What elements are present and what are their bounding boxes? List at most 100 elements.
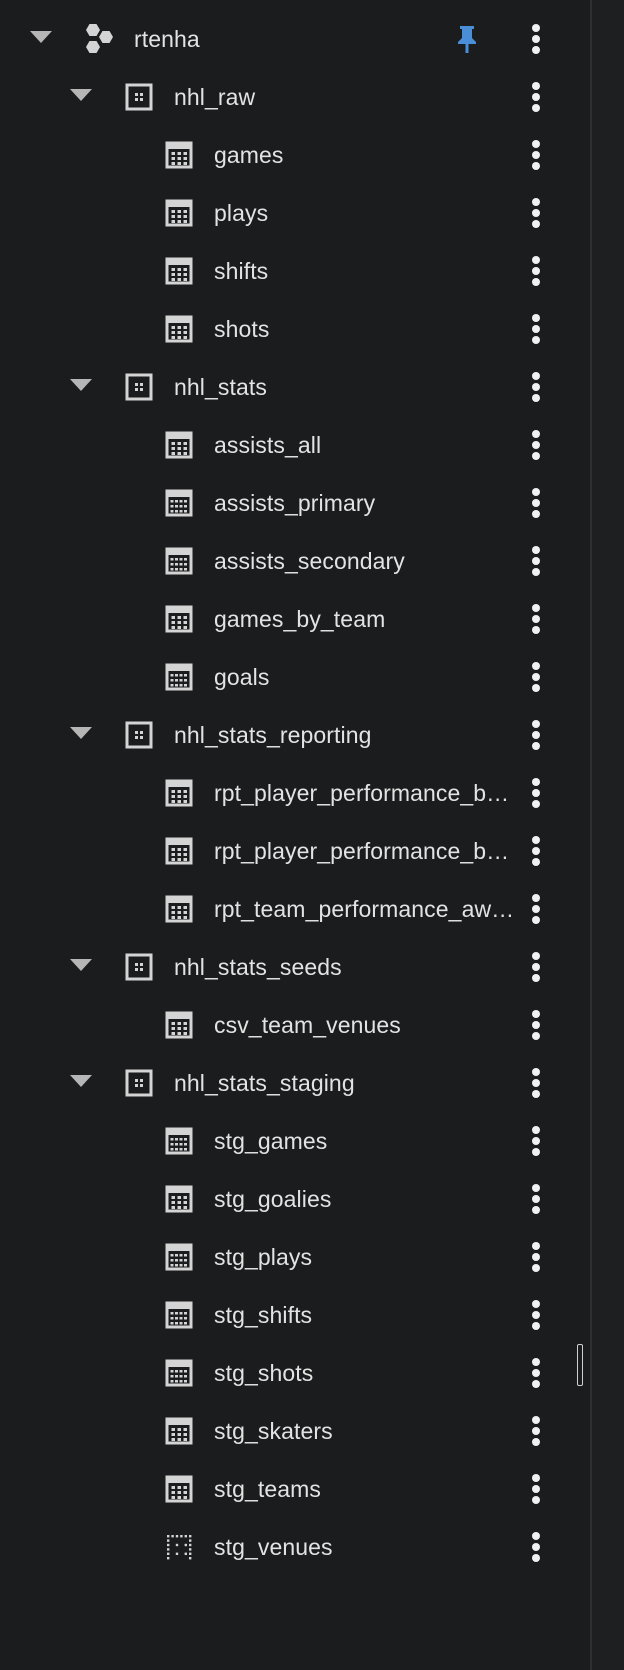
- chevron-down-icon[interactable]: [70, 959, 92, 971]
- more-vert-icon[interactable]: [526, 777, 546, 809]
- view-icon: [165, 1127, 193, 1155]
- more-vert-icon[interactable]: [526, 139, 546, 171]
- view-icon: [165, 547, 193, 575]
- more-vert-icon[interactable]: [526, 1067, 546, 1099]
- more-vert-icon[interactable]: [526, 545, 546, 577]
- pin-icon[interactable]: [453, 24, 481, 54]
- table-row[interactable]: shifts: [0, 242, 570, 300]
- more-vert-icon[interactable]: [526, 661, 546, 693]
- table-row[interactable]: assists_secondary: [0, 532, 570, 590]
- project-row[interactable]: rtenha: [0, 10, 570, 68]
- chevron-down-icon[interactable]: [70, 1075, 92, 1087]
- table-row[interactable]: stg_skaters: [0, 1402, 570, 1460]
- table-row[interactable]: rpt_team_performance_aw…: [0, 880, 570, 938]
- chevron-down-icon[interactable]: [70, 379, 92, 391]
- dataset-name: nhl_stats_seeds: [174, 954, 342, 980]
- chevron-down-icon[interactable]: [70, 89, 92, 101]
- project-hexagons-icon: [82, 22, 116, 56]
- more-vert-icon[interactable]: [526, 1531, 546, 1563]
- table-name: stg_shots: [214, 1360, 314, 1386]
- more-vert-icon[interactable]: [526, 1299, 546, 1331]
- dataset-row[interactable]: nhl_raw: [0, 68, 570, 126]
- more-vert-icon[interactable]: [526, 487, 546, 519]
- table-name: stg_venues: [214, 1534, 333, 1560]
- more-vert-icon[interactable]: [526, 1357, 546, 1389]
- table-icon: [165, 1417, 193, 1445]
- table-row[interactable]: stg_venues: [0, 1518, 570, 1576]
- more-vert-icon[interactable]: [526, 1241, 546, 1273]
- more-vert-icon[interactable]: [526, 23, 546, 55]
- right-pane: [592, 0, 624, 1670]
- table-name: goals: [214, 664, 270, 690]
- table-name: stg_plays: [214, 1244, 313, 1270]
- more-vert-icon[interactable]: [526, 1009, 546, 1041]
- table-icon: [165, 837, 193, 865]
- table-row[interactable]: stg_shots: [0, 1344, 570, 1402]
- table-name: stg_games: [214, 1128, 328, 1154]
- dataset-icon: [125, 373, 153, 401]
- dataset-icon: [125, 83, 153, 111]
- view-icon: [165, 1359, 193, 1387]
- more-vert-icon[interactable]: [526, 255, 546, 287]
- more-vert-icon[interactable]: [526, 603, 546, 635]
- more-vert-icon[interactable]: [526, 313, 546, 345]
- more-vert-icon[interactable]: [526, 1415, 546, 1447]
- table-name: csv_team_venues: [214, 1012, 401, 1038]
- more-vert-icon[interactable]: [526, 197, 546, 229]
- table-icon: [165, 605, 193, 633]
- table-icon: [165, 895, 193, 923]
- more-vert-icon[interactable]: [526, 1183, 546, 1215]
- dataset-row[interactable]: nhl_stats_staging: [0, 1054, 570, 1112]
- dataset-row[interactable]: nhl_stats_reporting: [0, 706, 570, 764]
- dataset-row[interactable]: nhl_stats: [0, 358, 570, 416]
- table-row[interactable]: csv_team_venues: [0, 996, 570, 1054]
- view-icon: [165, 1243, 193, 1271]
- table-name: assists_primary: [214, 490, 376, 516]
- more-vert-icon[interactable]: [526, 1473, 546, 1505]
- more-vert-icon[interactable]: [526, 719, 546, 751]
- table-row[interactable]: goals: [0, 648, 570, 706]
- more-vert-icon[interactable]: [526, 951, 546, 983]
- dataset-name: nhl_stats_staging: [174, 1070, 355, 1096]
- table-icon: [165, 431, 193, 459]
- table-icon: [165, 1185, 193, 1213]
- table-name: assists_all: [214, 432, 322, 458]
- table-row[interactable]: plays: [0, 184, 570, 242]
- more-vert-icon[interactable]: [526, 893, 546, 925]
- view-icon: [165, 489, 193, 517]
- table-icon: [165, 779, 193, 807]
- table-row[interactable]: rpt_player_performance_b…: [0, 764, 570, 822]
- table-name: stg_teams: [214, 1476, 322, 1502]
- chevron-down-icon[interactable]: [30, 31, 52, 43]
- table-row[interactable]: rpt_player_performance_b…: [0, 822, 570, 880]
- table-row[interactable]: stg_goalies: [0, 1170, 570, 1228]
- table-name: rpt_team_performance_aw…: [214, 896, 515, 922]
- dataset-icon: [125, 1069, 153, 1097]
- more-vert-icon[interactable]: [526, 371, 546, 403]
- table-row[interactable]: stg_plays: [0, 1228, 570, 1286]
- table-row[interactable]: games_by_team: [0, 590, 570, 648]
- table-name: stg_goalies: [214, 1186, 332, 1212]
- table-row[interactable]: stg_games: [0, 1112, 570, 1170]
- table-row[interactable]: games: [0, 126, 570, 184]
- more-vert-icon[interactable]: [526, 429, 546, 461]
- table-row[interactable]: stg_teams: [0, 1460, 570, 1518]
- table-row[interactable]: assists_primary: [0, 474, 570, 532]
- table-row[interactable]: stg_shifts: [0, 1286, 570, 1344]
- table-name: shots: [214, 316, 270, 342]
- table-row[interactable]: shots: [0, 300, 570, 358]
- chevron-down-icon[interactable]: [70, 727, 92, 739]
- dataset-icon: [125, 721, 153, 749]
- more-vert-icon[interactable]: [526, 835, 546, 867]
- dataset-row[interactable]: nhl_stats_seeds: [0, 938, 570, 996]
- table-icon: [165, 141, 193, 169]
- more-vert-icon[interactable]: [526, 1125, 546, 1157]
- external-table-icon: [165, 1533, 193, 1561]
- table-icon: [165, 199, 193, 227]
- table-name: rpt_player_performance_b…: [214, 780, 510, 806]
- dataset-name: nhl_raw: [174, 84, 256, 110]
- table-name: shifts: [214, 258, 269, 284]
- scrollbar-handle[interactable]: [577, 1344, 583, 1386]
- more-vert-icon[interactable]: [526, 81, 546, 113]
- table-row[interactable]: assists_all: [0, 416, 570, 474]
